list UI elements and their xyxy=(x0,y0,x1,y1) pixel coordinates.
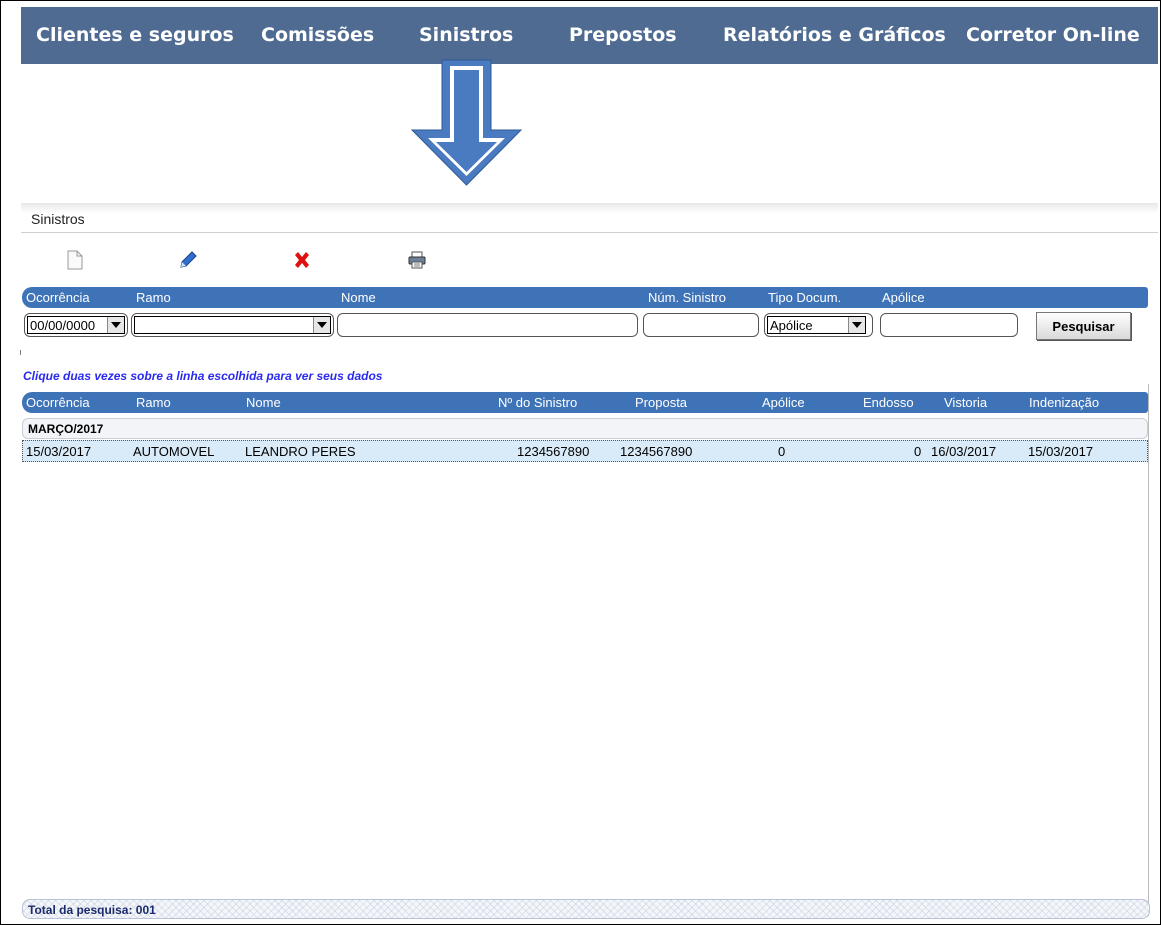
new-document-icon xyxy=(67,250,83,270)
search-header-ocorrencia: Ocorrência xyxy=(26,290,90,305)
cell-indenizacao: 15/03/2017 xyxy=(1028,444,1094,459)
cell-vistoria: 16/03/2017 xyxy=(931,444,997,459)
results-header-indenizacao[interactable]: Indenização xyxy=(1029,395,1099,410)
results-header-ramo[interactable]: Ramo xyxy=(136,395,171,410)
new-document-button[interactable] xyxy=(63,248,87,272)
results-header-nome[interactable]: Nome xyxy=(246,395,281,410)
group-label: MARÇO/2017 xyxy=(28,422,104,436)
nav-comissoes[interactable]: Comissões xyxy=(261,7,374,64)
tipo-docum-select-value: Apólice xyxy=(770,318,813,333)
results-header-endosso[interactable]: Endosso xyxy=(863,395,914,410)
divider xyxy=(1148,384,1149,916)
delete-x-icon xyxy=(295,252,309,268)
edit-button[interactable] xyxy=(176,248,200,272)
pesquisar-button[interactable]: Pesquisar xyxy=(1036,312,1131,340)
nav-relatorios-e-graficos[interactable]: Relatórios e Gráficos xyxy=(723,7,946,64)
cell-nome: LEANDRO PERES xyxy=(245,444,356,459)
edit-pencil-icon xyxy=(180,251,197,268)
total-label: Total da pesquisa: 001 xyxy=(28,903,156,917)
results-header-apolice[interactable]: Apólice xyxy=(762,395,805,410)
ocorrencia-select-value: 00/00/0000 xyxy=(30,318,96,333)
group-row: MARÇO/2017 xyxy=(22,418,1148,439)
results-footer: Total da pesquisa: 001 xyxy=(22,899,1150,919)
chevron-down-icon[interactable] xyxy=(313,317,330,333)
results-header-vistoria[interactable]: Vistoria xyxy=(944,395,987,410)
print-icon xyxy=(408,251,426,269)
nav-sinistros[interactable]: Sinistros xyxy=(419,7,513,64)
hint-text: Clique duas vezes sobre a linha escolhid… xyxy=(23,369,383,383)
cell-ramo: AUTOMOVEL xyxy=(133,444,215,459)
results-header-bar: Ocorrência Ramo Nome Nº do Sinistro Prop… xyxy=(22,392,1148,413)
cell-endosso: 0 xyxy=(914,444,922,459)
nav-prepostos[interactable]: Prepostos xyxy=(569,7,677,64)
top-navigation: Clientes e seguros Comissões Sinistros P… xyxy=(21,7,1158,64)
down-arrow-icon xyxy=(410,59,523,186)
search-header-num-sinistro: Núm. Sinistro xyxy=(648,290,727,305)
search-header-bar: Ocorrência Ramo Nome Núm. Sinistro Tipo … xyxy=(22,287,1148,308)
num-sinistro-input[interactable] xyxy=(643,313,759,337)
cell-proposta: 1234567890 xyxy=(620,444,693,459)
page-frame xyxy=(0,0,1161,925)
window-title: Sinistros xyxy=(31,211,85,227)
cell-ocorrencia: 15/03/2017 xyxy=(26,444,92,459)
delete-button[interactable] xyxy=(290,248,314,272)
search-header-nome: Nome xyxy=(341,290,376,305)
divider xyxy=(20,350,21,355)
cell-num-sinistro: 1234567890 xyxy=(517,444,590,459)
tipo-docum-select[interactable]: Apólice xyxy=(764,313,873,337)
nav-corretor-on-line[interactable]: Corretor On-line xyxy=(966,7,1140,64)
search-header-ramo: Ramo xyxy=(136,290,171,305)
table-row[interactable]: 15/03/2017 AUTOMOVEL LEANDRO PERES 12345… xyxy=(22,440,1148,462)
results-header-num-sinistro[interactable]: Nº do Sinistro xyxy=(498,395,577,410)
chevron-down-icon[interactable] xyxy=(848,317,865,333)
chevron-down-icon[interactable] xyxy=(107,317,124,333)
ocorrencia-select[interactable]: 00/00/0000 xyxy=(24,313,128,337)
nav-clientes-e-seguros[interactable]: Clientes e seguros xyxy=(36,7,234,64)
cell-apolice: 0 xyxy=(778,444,786,459)
search-header-tipo-docum: Tipo Docum. xyxy=(768,290,842,305)
apolice-input[interactable] xyxy=(880,313,1018,337)
nome-input[interactable] xyxy=(337,313,638,337)
results-header-proposta[interactable]: Proposta xyxy=(635,395,687,410)
search-header-apolice: Apólice xyxy=(882,290,925,305)
results-header-ocorrencia[interactable]: Ocorrência xyxy=(26,395,90,410)
window-title-bar: Sinistros xyxy=(21,203,1158,233)
ramo-select[interactable] xyxy=(131,313,334,337)
print-button[interactable] xyxy=(405,248,429,272)
